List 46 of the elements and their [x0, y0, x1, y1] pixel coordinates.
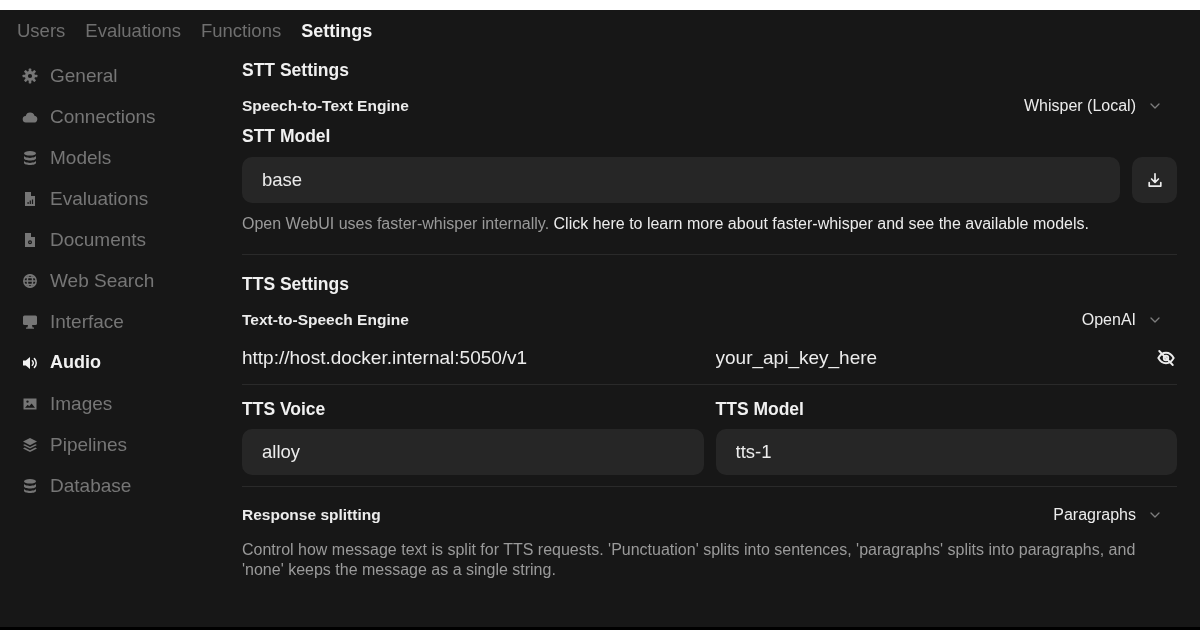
gear-icon — [22, 67, 38, 84]
help-text: Open WebUI uses faster-whisper internally. Click here to learn more about faster-whisper and see the available models. — [242, 214, 1090, 234]
voice-input[interactable]: alloy — [242, 429, 704, 475]
sidebar-item[interactable]: Connections — [22, 96, 156, 137]
nav-tab[interactable]: Evaluations — [85, 20, 181, 42]
globe-icon — [22, 272, 38, 289]
search-document-icon — [22, 231, 38, 248]
engine-select[interactable]: Whisper (Local) — [1023, 97, 1177, 115]
field-label: TTS Voice — [242, 398, 326, 421]
model-input[interactable]: tts-1 — [715, 429, 1177, 475]
section-heading: STT Settings — [242, 59, 349, 82]
api-url-input[interactable]: http://host.docker.internal:5050/v1 — [242, 346, 704, 370]
sidebar-item[interactable]: Documents — [22, 219, 147, 260]
eye-slash-icon[interactable] — [1157, 349, 1175, 367]
api-key-input[interactable]: your_api_key_here — [715, 346, 1147, 370]
database-icon — [22, 477, 38, 494]
nav-tab[interactable]: Users — [17, 20, 66, 42]
field-label: TTS Model — [715, 398, 804, 421]
monitor-icon — [22, 313, 38, 330]
engine-select[interactable]: OpenAI — [1081, 311, 1177, 329]
sidebar-item[interactable]: Evaluations — [22, 178, 149, 219]
layers-icon — [22, 436, 38, 453]
download-icon — [1146, 172, 1163, 188]
model-input[interactable]: base — [242, 157, 1120, 203]
field-label: STT Model — [242, 125, 331, 148]
nav-tab[interactable]: Functions — [200, 20, 282, 42]
setting-label: Speech-to-Text Engine — [242, 97, 409, 115]
splitting-select[interactable]: Paragraphs — [1053, 506, 1177, 524]
sidebar-item[interactable]: Web Search — [22, 260, 155, 301]
description-text: Control how message text is split for TTS requests. 'Punctuation' splits into sentences, 'paragraphs' splits into paragraphs, and 'none' keeps the message as a single string. — [242, 540, 1137, 580]
learn-more-link[interactable]: Click here to learn more about faster-whisper and see the available models. — [553, 215, 1089, 232]
section-heading: TTS Settings — [242, 273, 349, 296]
database-icon — [22, 149, 38, 166]
sidebar-item[interactable]: General — [22, 55, 118, 96]
speaker-icon — [22, 354, 38, 371]
sidebar-item[interactable]: Interface — [22, 301, 124, 342]
sidebar-item[interactable]: Audio — [22, 342, 101, 383]
sidebar-item[interactable]: Models — [22, 137, 112, 178]
chart-document-icon — [22, 190, 38, 207]
setting-label: Text-to-Speech Engine — [242, 311, 409, 329]
nav-tab[interactable]: Settings — [301, 20, 373, 42]
download-button[interactable] — [1132, 157, 1177, 203]
sidebar-item[interactable]: Images — [22, 383, 113, 424]
setting-label: Response splitting — [242, 506, 381, 524]
sidebar-item[interactable]: Database — [22, 465, 132, 506]
sidebar-item[interactable]: Pipelines — [22, 424, 128, 465]
